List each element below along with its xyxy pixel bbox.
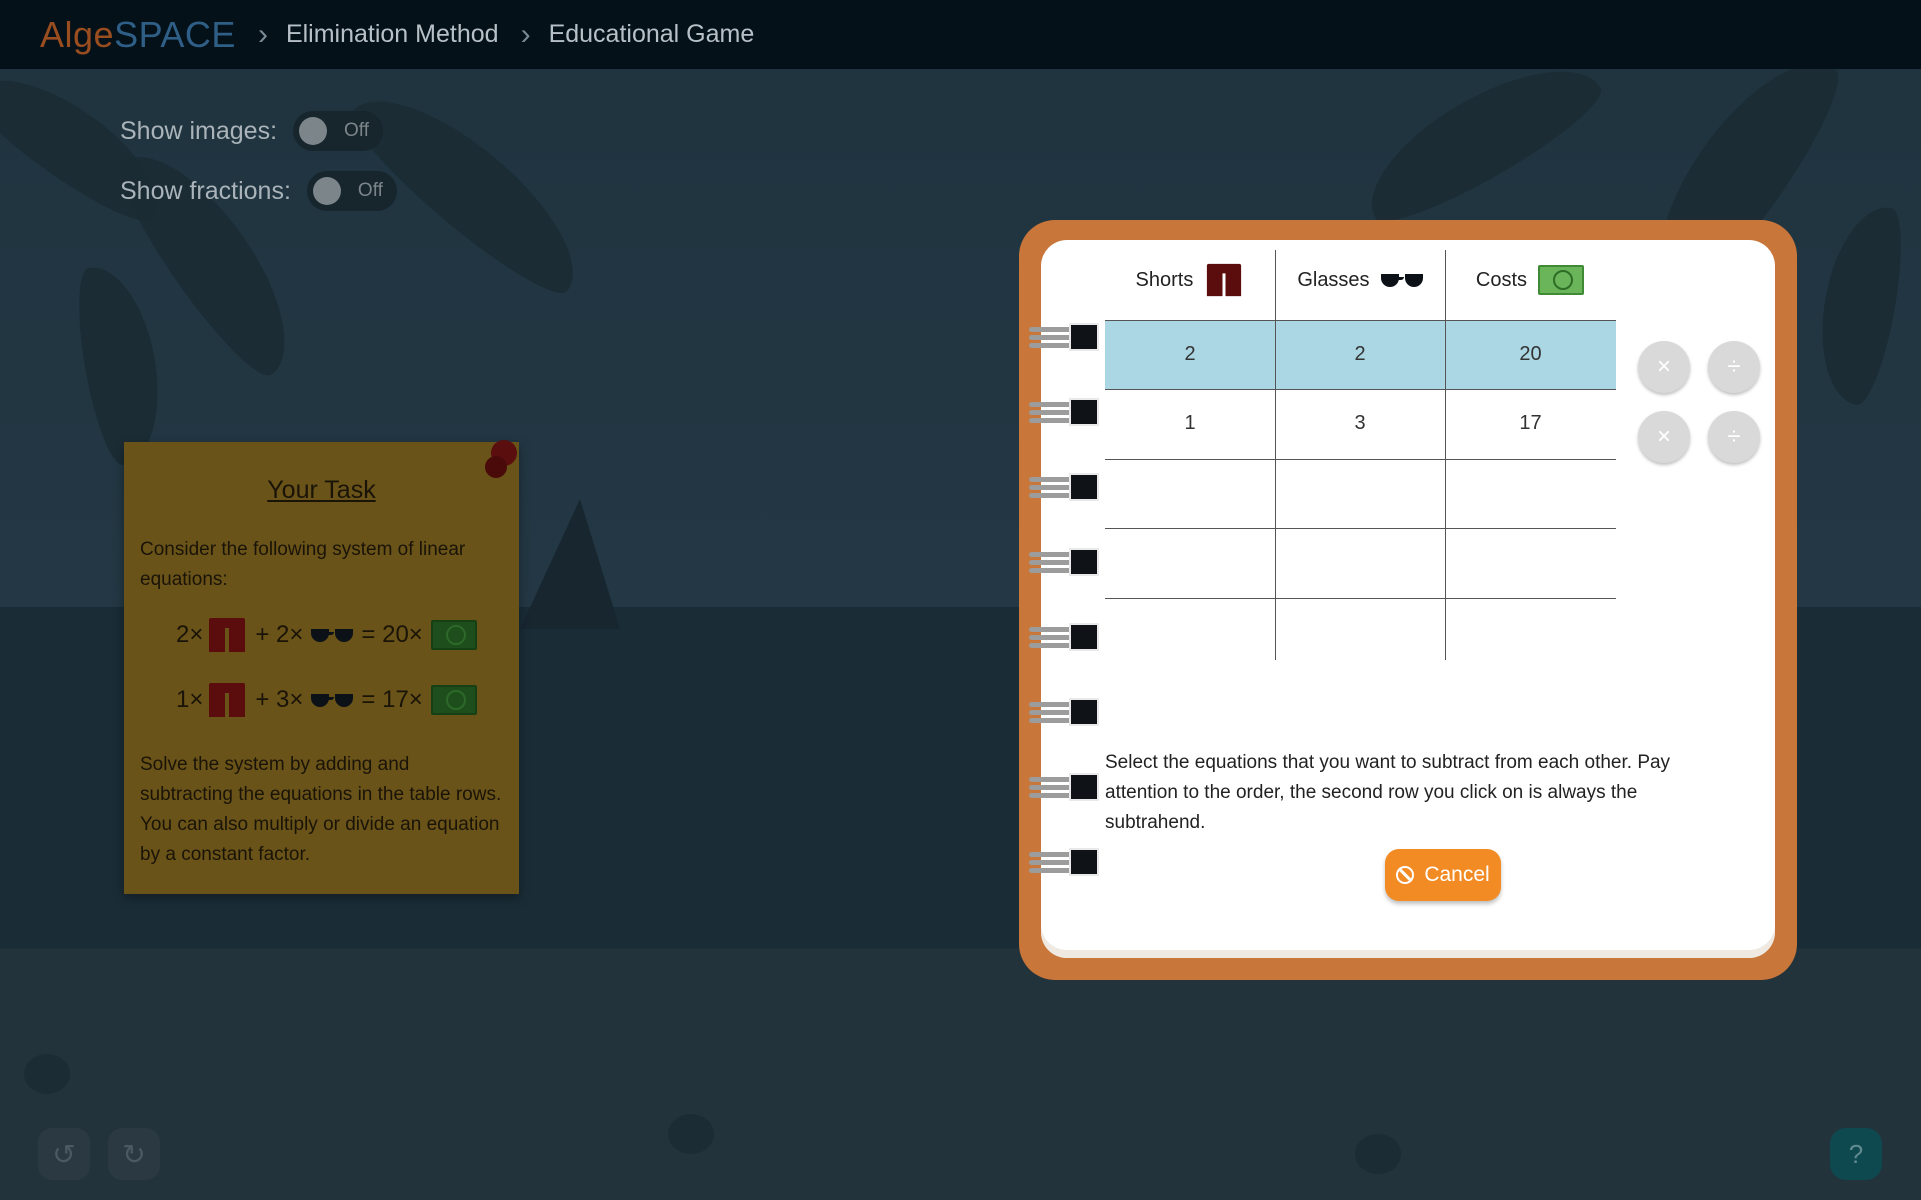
show-fractions-row: Show fractions: Off — [120, 171, 397, 211]
column-header-shorts: Shorts — [1105, 250, 1275, 310]
table-cell[interactable]: 3 — [1275, 389, 1445, 458]
equation-1: 2× + 2× = 20× — [176, 618, 481, 652]
subtract-instructions: Select the equations that you want to su… — [1105, 752, 1671, 833]
spiral-ring — [1029, 548, 1099, 576]
divide-row-1-button[interactable]: ÷ — [1708, 341, 1760, 393]
spiral-ring — [1029, 398, 1099, 426]
multiply-row-2-button[interactable]: × — [1638, 411, 1690, 463]
shorts-icon — [1205, 263, 1243, 297]
glasses-icon — [311, 627, 354, 643]
multiply-row-1-button[interactable]: × — [1638, 341, 1690, 393]
task-instructions: Solve the system by adding and subtracti… — [140, 754, 502, 865]
undo-button[interactable]: ↺ — [38, 1128, 90, 1180]
redo-button[interactable]: ↻ — [108, 1128, 160, 1180]
notebook-page: Shorts Glasses Costs 2 2 20 1 3 17 × ÷ ×… — [1029, 240, 1775, 958]
notebook-panel: Shorts Glasses Costs 2 2 20 1 3 17 × ÷ ×… — [1019, 220, 1797, 980]
money-icon — [430, 620, 477, 650]
table-cell — [1445, 598, 1616, 667]
toggle-state: Off — [344, 120, 370, 141]
column-header-costs: Costs — [1445, 250, 1615, 310]
shorts-icon — [207, 683, 247, 717]
chevron-right-icon: › — [257, 17, 268, 51]
toggle-knob — [299, 117, 328, 145]
cancel-button[interactable]: Cancel — [1385, 849, 1501, 901]
divide-row-2-button[interactable]: ÷ — [1708, 411, 1760, 463]
task-title: Your Task — [267, 476, 376, 504]
table-cell — [1445, 528, 1616, 597]
task-note: Your Task Consider the following system … — [124, 440, 519, 894]
task-intro: Consider the following system of linear … — [140, 539, 466, 590]
toggle-state: Off — [357, 180, 383, 201]
breadcrumb-educational-game: Educational Game — [548, 20, 755, 48]
spiral-ring — [1029, 323, 1099, 351]
table-cell — [1105, 459, 1275, 528]
spiral-ring — [1029, 773, 1099, 801]
table-cell[interactable]: 2 — [1275, 320, 1445, 389]
toggle-knob — [312, 177, 341, 205]
show-images-toggle[interactable]: Off — [293, 111, 384, 151]
spiral-ring — [1029, 623, 1099, 651]
ban-icon — [1396, 866, 1415, 884]
show-images-row: Show images: Off — [120, 111, 384, 151]
chevron-right-icon: › — [520, 17, 531, 51]
glasses-icon — [1380, 272, 1423, 288]
table-cell[interactable]: 2 — [1105, 320, 1275, 389]
app-logo[interactable]: Alge SPACE — [40, 14, 236, 56]
spiral-ring — [1029, 848, 1099, 876]
show-fractions-label: Show fractions: — [120, 176, 291, 205]
spiral-ring — [1029, 473, 1099, 501]
spiral-ring — [1029, 698, 1099, 726]
table-cell[interactable]: 20 — [1445, 320, 1616, 389]
show-images-label: Show images: — [120, 116, 278, 145]
table-cell — [1445, 459, 1616, 528]
table-cell — [1275, 459, 1445, 528]
breadcrumb-elimination-method[interactable]: Elimination Method — [286, 20, 499, 49]
table-cell — [1105, 598, 1275, 667]
table-cell — [1275, 528, 1445, 597]
top-bar: Alge SPACE › Elimination Method › Educati… — [0, 0, 1921, 69]
money-icon — [1538, 265, 1585, 295]
show-fractions-toggle[interactable]: Off — [306, 171, 397, 211]
table-cell[interactable]: 17 — [1445, 389, 1616, 458]
help-button[interactable]: ? — [1830, 1128, 1882, 1180]
table-cell — [1275, 598, 1445, 667]
shorts-icon — [207, 618, 247, 652]
table-cell — [1105, 528, 1275, 597]
money-icon — [430, 685, 477, 715]
column-header-glasses: Glasses — [1275, 250, 1445, 310]
glasses-icon — [311, 692, 354, 708]
table-cell[interactable]: 1 — [1105, 389, 1275, 458]
equation-2: 1× + 3× = 17× — [176, 683, 481, 717]
